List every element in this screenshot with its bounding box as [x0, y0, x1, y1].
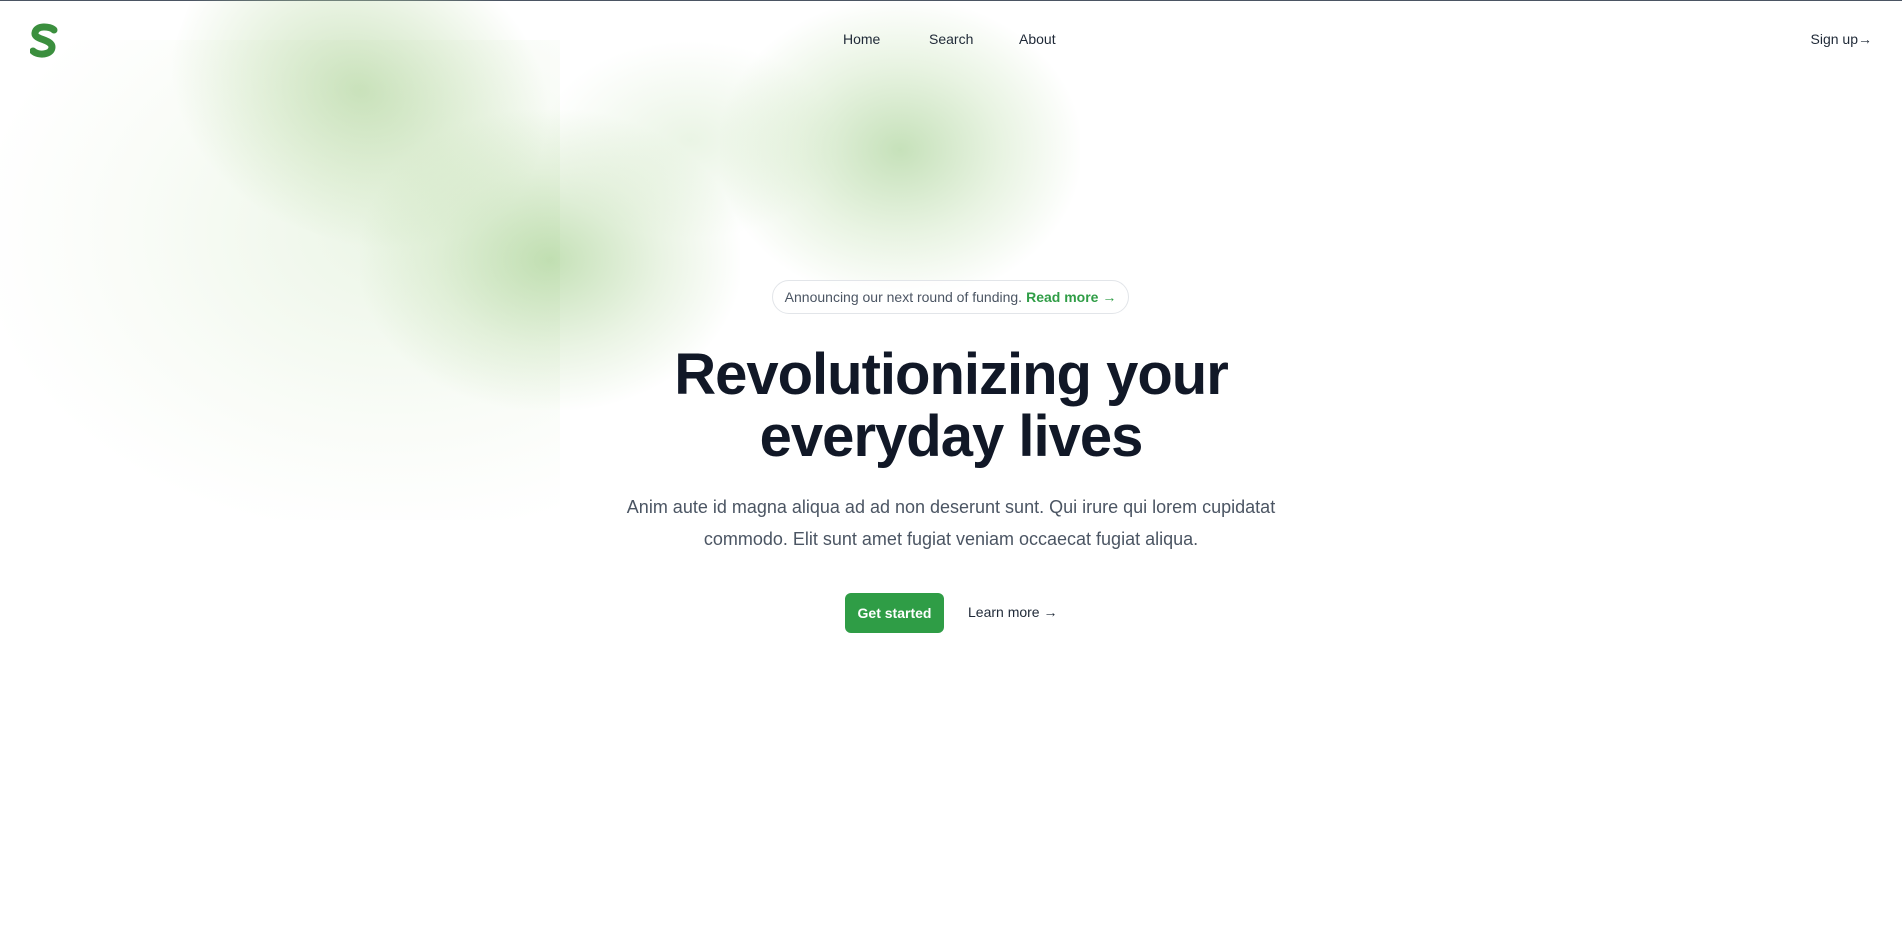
learn-more-link[interactable]: Learn more →	[968, 604, 1057, 620]
announcement-text: Announcing our next round of funding.	[784, 289, 1023, 305]
gradient-blob	[540, 40, 840, 240]
subtext-line: commodo. Elit sunt amet fugiat veniam oc…	[703, 529, 1199, 549]
main-nav: Home Search About	[0, 31, 1902, 51]
announcement-pill: Announcing our next round of funding. Re…	[772, 280, 1129, 314]
subtext-line: Anim aute id magna aliqua ad ad non dese…	[626, 497, 1276, 517]
signup-link[interactable]: Sign up→	[1811, 31, 1872, 47]
nav-item-home[interactable]: Home	[843, 31, 880, 47]
hero-subtext: Anim aute id magna aliqua ad ad non dese…	[611, 491, 1291, 555]
nav-item-about[interactable]: About	[1019, 31, 1056, 47]
headline-line: Revolutionizing your	[674, 342, 1229, 407]
read-more-link[interactable]: Read more →	[1026, 289, 1116, 305]
hero-headline: Revolutionizing your everyday lives	[0, 344, 1902, 468]
nav-item-search[interactable]: Search	[929, 31, 973, 47]
headline-line: everyday lives	[759, 404, 1144, 469]
get-started-button[interactable]: Get started	[845, 593, 944, 633]
